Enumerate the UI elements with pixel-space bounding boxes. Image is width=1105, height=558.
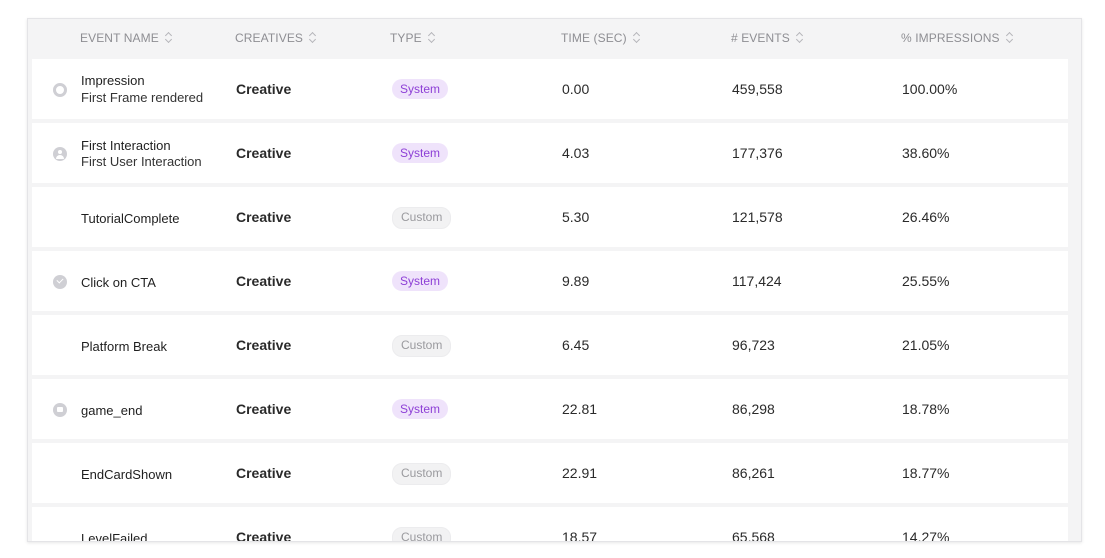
table-row[interactable]: game_end Creative System 22.81 86,298 18… [32, 379, 1068, 439]
time-value: 22.81 [562, 401, 598, 417]
impressions-value: 18.78% [902, 401, 950, 417]
event-name: LevelFailed [81, 531, 148, 542]
events-value: 65,568 [732, 529, 775, 542]
type-badge: System [392, 271, 449, 291]
time-value: 6.45 [562, 337, 590, 353]
circle-outline-icon [53, 83, 67, 97]
table-row[interactable]: Impression First Frame rendered Creative… [32, 59, 1068, 119]
sort-icon[interactable] [428, 32, 436, 44]
column-header-label: # EVENTS [731, 31, 790, 45]
type-badge: Custom [392, 527, 452, 541]
events-value: 459,558 [732, 81, 783, 97]
column-header-creatives[interactable]: CREATIVES [235, 31, 317, 45]
creative-label: Creative [236, 209, 292, 225]
type-badge: System [392, 399, 449, 419]
user-icon [53, 147, 67, 161]
event-name: Platform Break [81, 339, 167, 354]
column-header-impressions[interactable]: % IMPRESSIONS [901, 31, 1014, 45]
table-header: EVENT NAME CREATIVES TYPE TIME (SEC) # E… [28, 19, 1081, 57]
time-value: 18.57 [562, 529, 598, 542]
time-value: 9.89 [562, 273, 590, 289]
time-value: 5.30 [562, 209, 590, 225]
events-value: 96,723 [732, 337, 775, 353]
type-badge: Custom [392, 207, 452, 229]
time-value: 4.03 [562, 145, 590, 161]
sort-icon[interactable] [1006, 32, 1014, 44]
creative-label: Creative [236, 337, 292, 353]
sort-icon[interactable] [633, 32, 641, 44]
sort-icon[interactable] [796, 32, 804, 44]
sort-icon[interactable] [309, 32, 317, 44]
column-header-time[interactable]: TIME (SEC) [561, 31, 641, 45]
creative-label: Creative [236, 273, 292, 289]
events-value: 121,578 [732, 209, 783, 225]
event-name: Impression [81, 73, 145, 88]
impressions-value: 100.00% [902, 81, 958, 97]
creative-label: Creative [236, 145, 292, 161]
events-value: 117,424 [732, 273, 782, 289]
creative-label: Creative [236, 81, 292, 97]
column-header-label: CREATIVES [235, 31, 304, 45]
table-row[interactable]: First Interaction First User Interaction… [32, 123, 1068, 183]
impressions-value: 38.60% [902, 145, 950, 161]
impressions-value: 14.27% [902, 529, 950, 542]
event-subtitle: First User Interaction [81, 154, 202, 169]
impressions-value: 26.46% [902, 209, 950, 225]
table-row[interactable]: EndCardShown Creative Custom 22.91 86,26… [32, 443, 1068, 503]
flag-icon [53, 403, 67, 417]
event-name: EndCardShown [81, 467, 173, 482]
column-header-label: EVENT NAME [80, 31, 159, 45]
time-value: 22.91 [562, 465, 598, 481]
creative-label: Creative [236, 529, 292, 542]
column-header-label: % IMPRESSIONS [901, 31, 1000, 45]
events-value: 86,298 [732, 401, 775, 417]
type-badge: Custom [392, 463, 452, 485]
events-value: 177,376 [732, 145, 783, 161]
table-row[interactable]: Platform Break Creative Custom 6.45 96,7… [32, 315, 1068, 375]
column-header-type[interactable]: TYPE [390, 31, 436, 45]
table-row[interactable]: TutorialComplete Creative Custom 5.30 12… [32, 187, 1068, 247]
column-header-label: TIME (SEC) [561, 31, 627, 45]
events-table-card: EVENT NAME CREATIVES TYPE TIME (SEC) # E… [27, 18, 1082, 542]
event-name: Click on CTA [81, 275, 156, 290]
type-badge: Custom [392, 335, 452, 357]
event-name: game_end [81, 403, 143, 418]
column-header-event-name[interactable]: EVENT NAME [80, 31, 173, 45]
event-subtitle: First Frame rendered [81, 90, 204, 105]
impressions-value: 25.55% [902, 273, 950, 289]
creative-label: Creative [236, 401, 292, 417]
column-header-events[interactable]: # EVENTS [731, 31, 804, 45]
impressions-value: 18.77% [902, 465, 950, 481]
events-value: 86,261 [732, 465, 775, 481]
event-name: TutorialComplete [81, 211, 180, 226]
creative-label: Creative [236, 465, 292, 481]
time-value: 0.00 [562, 81, 590, 97]
type-badge: System [392, 143, 449, 163]
table-row[interactable]: LevelFailed Creative Custom 18.57 65,568… [32, 507, 1068, 542]
check-circle-icon [53, 275, 67, 289]
sort-icon[interactable] [165, 32, 173, 44]
table-row[interactable]: Click on CTA Creative System 9.89 117,42… [32, 251, 1068, 311]
event-name: First Interaction [81, 138, 171, 153]
type-badge: System [392, 79, 449, 99]
impressions-value: 21.05% [902, 337, 950, 353]
column-header-label: TYPE [390, 31, 422, 45]
